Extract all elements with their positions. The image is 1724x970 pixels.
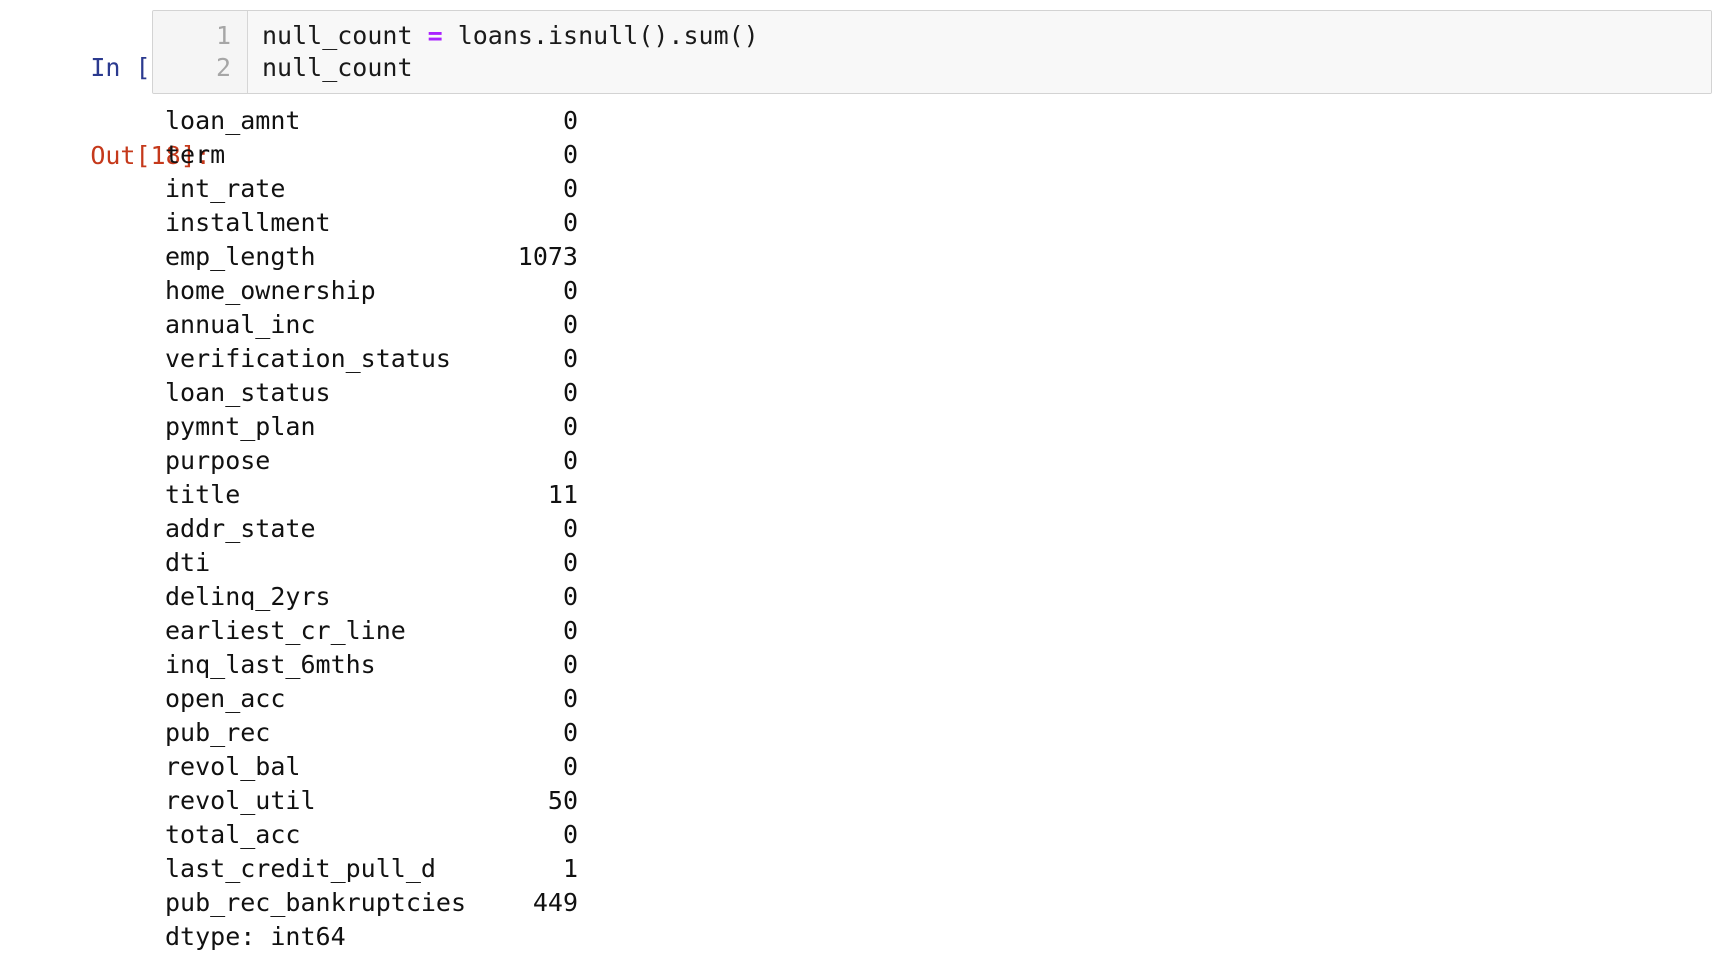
series-row-index: inq_last_6mths xyxy=(165,650,376,679)
series-row: loan_status 0 xyxy=(165,376,578,410)
code-line-2: null_count xyxy=(262,52,1711,84)
series-row: home_ownership 0 xyxy=(165,274,578,308)
series-row-value: 11 xyxy=(547,480,578,509)
series-row-value: 0 xyxy=(562,378,578,407)
series-row-index: revol_bal xyxy=(165,752,301,781)
series-row-value: 1 xyxy=(562,854,578,883)
series-row: dti 0 xyxy=(165,546,578,580)
series-row-value: 0 xyxy=(562,344,578,373)
series-row: title 11 xyxy=(165,478,578,512)
series-row-value: 0 xyxy=(562,106,578,135)
series-row-index: dti xyxy=(165,548,211,577)
series-row: annual_inc 0 xyxy=(165,308,578,342)
series-row: pymnt_plan 0 xyxy=(165,410,578,444)
series-row-value: 449 xyxy=(532,888,578,917)
notebook-cell-container: In [18]: 12 null_count = loans.isnull().… xyxy=(0,0,1724,970)
series-row: installment 0 xyxy=(165,206,578,240)
series-row: int_rate 0 xyxy=(165,172,578,206)
code-token-operator: = xyxy=(427,21,443,50)
series-row-value: 1073 xyxy=(517,242,578,271)
series-row: loan_amnt 0 xyxy=(165,104,578,138)
code-token-plain: null_count xyxy=(262,53,413,82)
series-row-value: 0 xyxy=(562,616,578,645)
output-cell-row: Out[18]: loan_amnt 0 term 0 int_rate 0 install… xyxy=(0,104,1724,954)
series-row-value: 0 xyxy=(562,820,578,849)
series-row-index: installment xyxy=(165,208,331,237)
series-row-index: addr_state xyxy=(165,514,316,543)
series-row: purpose 0 xyxy=(165,444,578,478)
series-row-value: 0 xyxy=(562,582,578,611)
series-row-index: int_rate xyxy=(165,174,286,203)
series-row-index: open_acc xyxy=(165,684,286,713)
series-row: pub_rec_bankruptcies 449 xyxy=(165,886,578,920)
line-number-2: 2 xyxy=(215,53,231,82)
series-row: verification_status 0 xyxy=(165,342,578,376)
code-input-area[interactable]: null_count = loans.isnull().sum() null_co… xyxy=(248,11,1711,93)
series-row-index: earliest_cr_line xyxy=(165,616,406,645)
series-row: emp_length 1073 xyxy=(165,240,578,274)
series-row-value: 0 xyxy=(562,412,578,441)
series-row-value: 50 xyxy=(547,786,578,815)
series-row-value: 0 xyxy=(562,650,578,679)
series-row-index: verification_status xyxy=(165,344,451,373)
code-token-plain: null_count xyxy=(262,21,428,50)
series-row-value: 0 xyxy=(562,752,578,781)
code-token-plain: loans.isnull().sum() xyxy=(442,21,759,50)
series-row: total_acc 0 xyxy=(165,818,578,852)
series-row-index: purpose xyxy=(165,446,271,475)
series-row-index: total_acc xyxy=(165,820,301,849)
series-row-value: 0 xyxy=(562,310,578,339)
line-number-1: 1 xyxy=(215,21,231,50)
series-row-index: loan_amnt xyxy=(165,106,301,135)
series-row: last_credit_pull_d 1 xyxy=(165,852,578,886)
series-row: term 0 xyxy=(165,138,578,172)
series-row: revol_util 50 xyxy=(165,784,578,818)
series-row-value: 0 xyxy=(562,514,578,543)
series-row-index: pymnt_plan xyxy=(165,412,316,441)
series-row-index: title xyxy=(165,480,241,509)
input-cell-row: In [18]: 12 null_count = loans.isnull().… xyxy=(0,0,1724,105)
series-row-value: 0 xyxy=(562,446,578,475)
series-row: earliest_cr_line 0 xyxy=(165,614,578,648)
output-prompt-column: Out[18]: xyxy=(0,104,210,204)
series-row-index: emp_length xyxy=(165,242,316,271)
input-prompt-column: In [18]: xyxy=(0,0,210,116)
series-row-index: home_ownership xyxy=(165,276,376,305)
series-row-index: loan_status xyxy=(165,378,331,407)
series-row-value: 0 xyxy=(562,548,578,577)
code-line-1: null_count = loans.isnull().sum() xyxy=(262,20,1711,52)
series-row-value: 0 xyxy=(562,276,578,305)
series-row: addr_state 0 xyxy=(165,512,578,546)
series-row: revol_bal 0 xyxy=(165,750,578,784)
series-row-index: pub_rec xyxy=(165,718,271,747)
series-dtype-line: dtype: int64 xyxy=(165,922,346,951)
series-row: open_acc 0 xyxy=(165,682,578,716)
series-row-index: last_credit_pull_d xyxy=(165,854,436,883)
series-row-value: 0 xyxy=(562,140,578,169)
series-row-value: 0 xyxy=(562,208,578,237)
series-row-index: revol_util xyxy=(165,786,316,815)
series-row-index: pub_rec_bankruptcies xyxy=(165,888,467,917)
series-row: inq_last_6mths 0 xyxy=(165,648,578,682)
series-row: delinq_2yrs 0 xyxy=(165,580,578,614)
series-row-index: delinq_2yrs xyxy=(165,582,331,611)
series-row-index: annual_inc xyxy=(165,310,316,339)
series-row-value: 0 xyxy=(562,718,578,747)
series-row-index: term xyxy=(165,140,226,169)
line-number-gutter: 12 xyxy=(153,11,248,93)
series-output-text: loan_amnt 0 term 0 int_rate 0 installment 0 emp_… xyxy=(165,104,578,954)
series-row: pub_rec 0 xyxy=(165,716,578,750)
series-row-value: 0 xyxy=(562,174,578,203)
code-editor-cell[interactable]: 12 null_count = loans.isnull().sum() null… xyxy=(152,10,1712,94)
series-row-value: 0 xyxy=(562,684,578,713)
